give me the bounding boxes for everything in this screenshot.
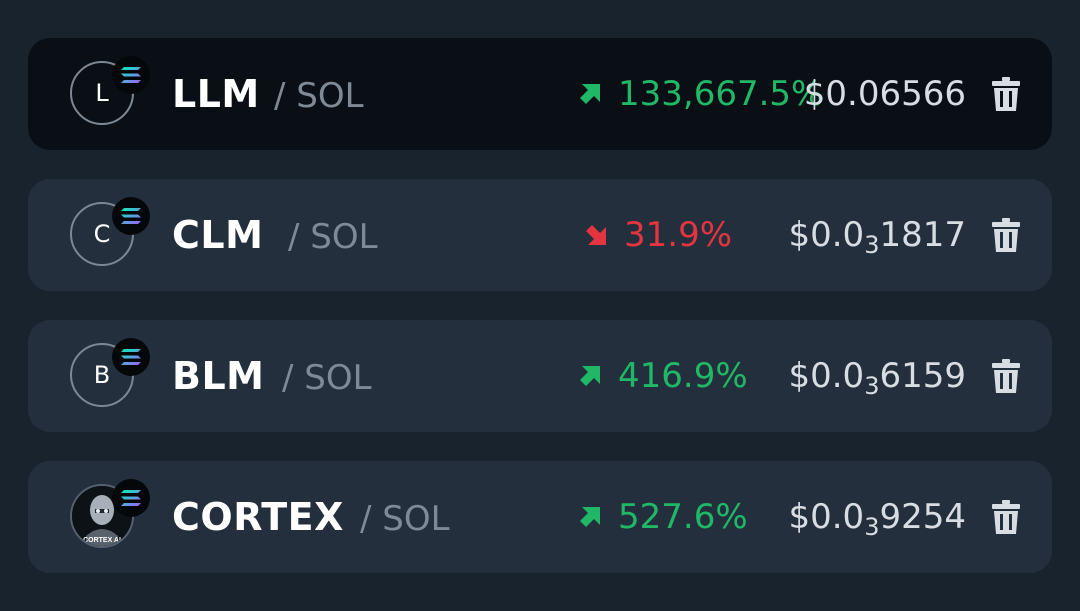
solana-icon [112, 197, 150, 235]
change-percent: 31.9% [624, 215, 733, 255]
price: $0.036159 [788, 355, 966, 407]
trash-icon [992, 218, 1020, 252]
price: $0.06566 [803, 74, 966, 114]
arrow-down-right-icon [586, 225, 606, 245]
delete-button[interactable] [988, 217, 1024, 253]
price-zero-count: 3 [864, 513, 880, 542]
avatar-letter: C [93, 220, 111, 248]
arrow-up-right-icon [580, 507, 600, 527]
watchlist: L LLM / SOL 133,667.5% $0.06566 C CLM / … [0, 0, 1080, 611]
arrow-up-right-icon [580, 84, 600, 104]
token-symbol: BLM [172, 354, 265, 398]
quote-symbol: / SOL [288, 217, 378, 257]
avatar-caption: CORTEX AI [83, 537, 121, 544]
change-percent: 416.9% [618, 356, 748, 396]
price-digits: 9254 [879, 497, 966, 537]
price-change: 133,667.5% [576, 73, 823, 115]
price-digits: 6159 [879, 356, 966, 396]
price-prefix: $0.0 [788, 497, 865, 537]
delete-button[interactable] [988, 499, 1024, 535]
price-change: 31.9% [582, 214, 732, 256]
price-zero-count: 3 [864, 372, 880, 401]
delete-button[interactable] [988, 358, 1024, 394]
token-symbol: CORTEX [172, 495, 344, 539]
avatar-letter: B [93, 361, 111, 389]
price: $0.031817 [788, 214, 966, 266]
pair-row-clm[interactable]: C CLM / SOL 31.9% $0.031817 [28, 179, 1052, 291]
token-symbol: LLM [172, 72, 260, 116]
solana-icon [112, 479, 150, 517]
quote-symbol: / SOL [282, 358, 372, 398]
trash-icon [992, 77, 1020, 111]
price: $0.039254 [788, 496, 966, 548]
arrow-up-right-icon [580, 366, 600, 386]
price-zero-count: 3 [864, 231, 880, 260]
change-percent: 527.6% [618, 497, 748, 537]
price-prefix: $0.0 [788, 215, 865, 255]
avatar-letter: L [95, 79, 109, 107]
solana-icon [112, 56, 150, 94]
quote-symbol: / SOL [360, 499, 450, 539]
token-symbol: CLM [172, 213, 264, 257]
price-prefix: $0.0 [788, 356, 865, 396]
price-change: 527.6% [576, 496, 748, 538]
price-change: 416.9% [576, 355, 748, 397]
solana-icon [112, 338, 150, 376]
delete-button[interactable] [988, 76, 1024, 112]
trash-icon [992, 359, 1020, 393]
price-digits: 1817 [879, 215, 966, 255]
pair-row-llm[interactable]: L LLM / SOL 133,667.5% $0.06566 [28, 38, 1052, 150]
pair-row-cortex[interactable]: CORTEX AI CORTEX / SOL 527.6% $0.039254 [28, 461, 1052, 573]
quote-symbol: / SOL [274, 76, 364, 116]
change-percent: 133,667.5% [618, 74, 824, 114]
pair-row-blm[interactable]: B BLM / SOL 416.9% $0.036159 [28, 320, 1052, 432]
trash-icon [992, 500, 1020, 534]
